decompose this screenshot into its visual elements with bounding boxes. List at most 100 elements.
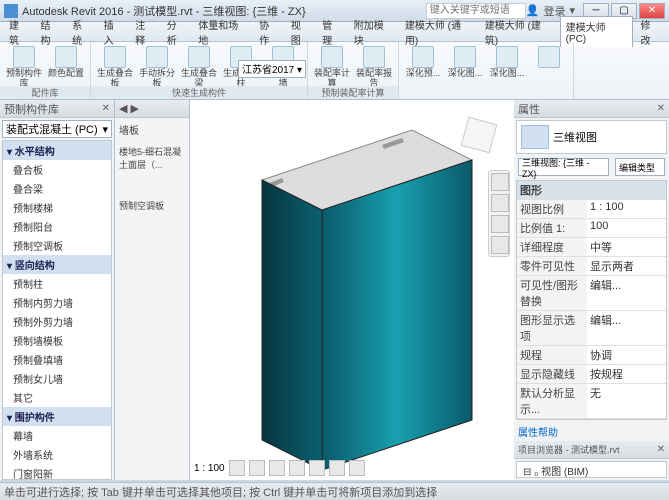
prop-value[interactable]: 编辑... [587, 311, 666, 345]
properties-help-link[interactable]: 属性帮助 [514, 422, 669, 441]
properties-table: 图形视图比例1 : 100比例值 1:100详细程度中等零件可见性显示两者可见性… [516, 180, 667, 420]
prop-key: 视图比例 [517, 200, 587, 218]
tree-item[interactable]: 其它 [3, 388, 111, 407]
preview-item[interactable]: 楼地5-细石混凝土面层（... [115, 141, 189, 175]
ribbon-button[interactable] [529, 44, 569, 97]
prop-category: 图形 [517, 181, 666, 199]
tree-category[interactable]: ▾ 竖向结构 [3, 255, 111, 274]
ribbon-icon [454, 46, 476, 68]
tree-item[interactable]: 预制柱 [3, 274, 111, 293]
instance-combo[interactable]: 三维视图: {三维 - ZX} [518, 158, 609, 176]
ribbon-icon [412, 46, 434, 68]
ribbon-button[interactable]: 深化预... [403, 44, 443, 97]
nav-zoom-icon[interactable] [491, 194, 509, 212]
group-label: 配件库 [0, 86, 90, 99]
vc-icon[interactable] [249, 460, 265, 476]
view-cube[interactable] [454, 110, 504, 160]
ribbon-button[interactable]: 深化图... [445, 44, 485, 97]
property-row[interactable]: 视图比例1 : 100 [517, 200, 666, 219]
ribbon-group: 预制构件库颜色配置配件库 [0, 42, 91, 99]
prop-key: 默认分析显示... [517, 384, 587, 418]
prop-value[interactable]: 100 [587, 219, 666, 237]
combo-value: 装配式混凝土 (PC) [6, 121, 98, 137]
tree-item[interactable]: 幕墙 [3, 426, 111, 445]
property-row[interactable]: 比例值 1:100 [517, 219, 666, 238]
preview-item[interactable]: 预制空调板 [115, 195, 189, 216]
nav-home-icon[interactable] [491, 236, 509, 254]
property-row[interactable]: 默认分析显示...无 [517, 384, 666, 419]
nav-pan-icon[interactable] [491, 173, 509, 191]
prop-value[interactable]: 无 [587, 384, 666, 418]
tree-item[interactable]: 外墙系统 [3, 445, 111, 464]
tree-item[interactable]: 叠合梁 [3, 179, 111, 198]
close-icon[interactable]: ✕ [657, 444, 665, 455]
tree-item[interactable]: 预制内剪力墙 [3, 293, 111, 312]
prop-value[interactable]: 显示两者 [587, 257, 666, 275]
tree-item[interactable]: 预制叠填墙 [3, 350, 111, 369]
group-label: 预制装配率计算 [308, 86, 398, 99]
browser-item[interactable]: ⊟ ₀ 视图 (BIM) [517, 462, 666, 478]
prop-value[interactable]: 编辑... [587, 276, 666, 310]
type-icon [521, 125, 549, 149]
prop-value[interactable]: 按规程 [587, 365, 666, 383]
ribbon-icon [363, 46, 385, 68]
ribbon-label: 颜色配置 [48, 69, 84, 79]
property-row[interactable]: 规程协调 [517, 346, 666, 365]
nav-bar [488, 170, 510, 257]
properties-header: 属性 ✕ [514, 100, 669, 118]
type-selector[interactable]: 三维视图 [516, 120, 667, 154]
prop-key: 比例值 1: [517, 219, 587, 237]
browser-title: 项目浏览器 - 测试模型.rvt [518, 443, 620, 456]
prop-value[interactable]: 协调 [587, 346, 666, 364]
viewport[interactable]: 1 : 100 [190, 100, 514, 480]
scale-label[interactable]: 1 : 100 [194, 463, 225, 474]
region-combo[interactable]: 江苏省2017 ▾ [238, 60, 306, 78]
property-row[interactable]: 详细程度中等 [517, 238, 666, 257]
tree-item[interactable]: 预制外剪力墙 [3, 312, 111, 331]
project-browser[interactable]: ⊟ ₀ 视图 (BIM)⊟ ???⊞ ???⊞ BIM_三维视图⊟ BIM_建筑… [516, 461, 667, 478]
left-panel: 预制构件库 ✕ 装配式混凝土 (PC)▾ ▾ 水平结构叠合板叠合梁预制楼梯预制阳… [0, 100, 115, 480]
close-icon[interactable]: ✕ [657, 103, 665, 114]
prop-key: 图形显示选项 [517, 311, 587, 345]
tree-item[interactable]: 预制空调板 [3, 236, 111, 255]
nav-orbit-icon[interactable] [491, 215, 509, 233]
prop-value[interactable]: 中等 [587, 238, 666, 256]
ribbon-button[interactable]: 深化图... [487, 44, 527, 97]
property-row[interactable]: 显示隐藏线按规程 [517, 365, 666, 384]
vc-icon[interactable] [229, 460, 245, 476]
property-row[interactable]: 图形显示选项编辑... [517, 311, 666, 346]
vc-icon[interactable] [309, 460, 325, 476]
tree-category[interactable]: ▾ 围护构件 [3, 407, 111, 426]
ribbon-icon [496, 46, 518, 68]
tree-item[interactable]: 预制阳台 [3, 217, 111, 236]
prop-key: 显示隐藏线 [517, 365, 587, 383]
preview-label: 墙板 [115, 118, 189, 141]
prop-key: 详细程度 [517, 238, 587, 256]
tree-item[interactable]: 预制墙模板 [3, 331, 111, 350]
property-row[interactable]: 零件可见性显示两者 [517, 257, 666, 276]
property-row[interactable]: 可见性/图形替换编辑... [517, 276, 666, 311]
tree-category[interactable]: ▾ 水平结构 [3, 141, 111, 160]
menu-tab[interactable]: 修改 [635, 15, 665, 49]
properties-title: 属性 [518, 101, 540, 117]
browser-header: 项目浏览器 - 测试模型.rvt ✕ [514, 441, 669, 459]
edit-type-button[interactable]: 编辑类型 [615, 158, 665, 176]
vc-icon[interactable] [329, 460, 345, 476]
vc-icon[interactable] [349, 460, 365, 476]
prop-value[interactable]: 1 : 100 [587, 200, 666, 218]
component-tree[interactable]: ▾ 水平结构叠合板叠合梁预制楼梯预制阳台预制空调板▾ 竖向结构预制柱预制内剪力墙… [2, 140, 112, 480]
tree-item[interactable]: 预制楼梯 [3, 198, 111, 217]
close-icon[interactable]: ✕ [102, 103, 110, 114]
vc-icon[interactable] [289, 460, 305, 476]
ribbon-tabs: 建筑结构系统插入注释分析体量和场地协作视图管理附加模块建模大师 (通用)建模大师… [0, 22, 669, 42]
type-name: 三维视图 [553, 129, 597, 145]
tree-item[interactable]: 门窗阳新 [3, 464, 111, 480]
ribbon-icon [321, 46, 343, 68]
category-combo[interactable]: 装配式混凝土 (PC)▾ [2, 120, 112, 138]
tree-item[interactable]: 预制女儿墙 [3, 369, 111, 388]
vc-icon[interactable] [269, 460, 285, 476]
ribbon-icon [538, 46, 560, 68]
left-panel-header: 预制构件库 ✕ [0, 100, 114, 118]
tree-item[interactable]: 叠合板 [3, 160, 111, 179]
group-label: 快速生成构件 [91, 86, 307, 99]
